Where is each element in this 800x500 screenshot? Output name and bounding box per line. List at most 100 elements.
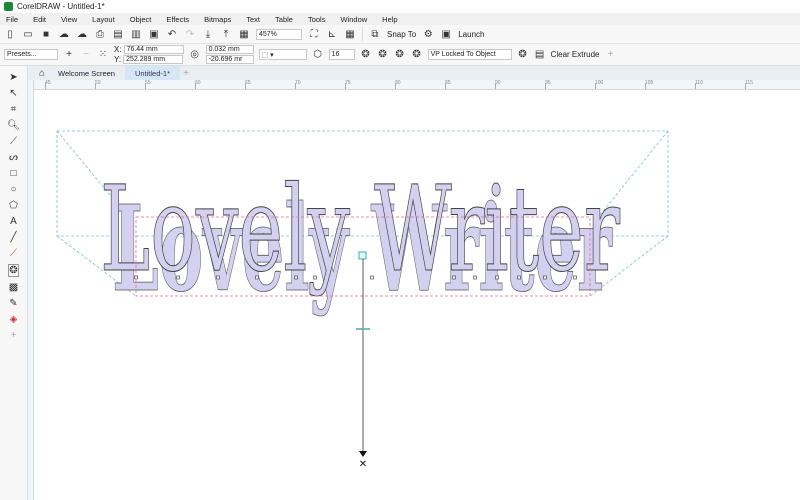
- node-handle[interactable]: [370, 275, 374, 280]
- transparency-tool-icon[interactable]: ▩: [9, 282, 18, 293]
- publish-pdf-icon[interactable]: ▦: [238, 28, 250, 40]
- node-handle[interactable]: [452, 275, 456, 280]
- arrow-head-icon: [359, 451, 367, 457]
- ruler-tick: [495, 83, 496, 89]
- selection-handles[interactable]: [134, 275, 577, 280]
- menu-table[interactable]: Table: [275, 15, 293, 24]
- options-gear-icon[interactable]: ⚙: [422, 28, 434, 40]
- zoom-level-field[interactable]: 457%: [256, 28, 302, 40]
- cloud-download-icon[interactable]: ☁: [58, 28, 70, 40]
- ruler-label: 115: [745, 80, 753, 86]
- menu-object[interactable]: Object: [130, 15, 152, 24]
- vanishing-point-handle[interactable]: [358, 251, 367, 260]
- launch-icon[interactable]: ▣: [440, 28, 452, 40]
- node-handle[interactable]: [176, 275, 180, 280]
- ruler-label: 100: [595, 80, 604, 86]
- extrude-color-icon[interactable]: ❂: [377, 49, 389, 61]
- menu-file[interactable]: File: [6, 15, 18, 24]
- menu-tools[interactable]: Tools: [308, 15, 326, 24]
- rectangle-tool-icon[interactable]: □: [10, 168, 16, 179]
- cut-icon[interactable]: ▤: [112, 28, 124, 40]
- tab-welcome-screen[interactable]: Welcome Screen: [48, 66, 125, 80]
- node-handle[interactable]: [134, 275, 138, 280]
- fill-tool-icon[interactable]: ◈: [10, 314, 18, 325]
- snap-to-dropdown[interactable]: Snap To: [387, 30, 416, 39]
- cloud-upload-icon[interactable]: ☁: [76, 28, 88, 40]
- vanishing-point-x-field[interactable]: 0.032 mm: [205, 45, 254, 54]
- depth-field[interactable]: 16: [328, 49, 355, 60]
- remove-preset-icon[interactable]: −: [80, 49, 92, 61]
- extrusion-type-dropdown[interactable]: ⬚ ▾: [258, 49, 307, 60]
- grid-icon[interactable]: ▦: [344, 28, 356, 40]
- vanishing-point-x-icon[interactable]: ✕: [359, 459, 367, 470]
- save-icon[interactable]: ■: [40, 28, 52, 40]
- vertical-ruler[interactable]: [28, 80, 34, 500]
- ruler-label: 105: [645, 80, 654, 86]
- extrude-bevel-icon[interactable]: ❂: [394, 49, 406, 61]
- home-icon[interactable]: ⌂: [36, 67, 48, 79]
- connector-tool-icon[interactable]: ⟋: [10, 248, 17, 259]
- horizontal-ruler[interactable]: 45 50 55 60 65 70 75 80 85 90 95 100 105 110 115: [34, 80, 800, 90]
- add-tool-icon[interactable]: +: [11, 330, 17, 341]
- line-tool-icon[interactable]: ╱: [10, 232, 16, 243]
- add-icon[interactable]: +: [604, 49, 616, 61]
- extruded-text[interactable]: Lovely Writer: [100, 160, 621, 299]
- node-handle[interactable]: [495, 275, 499, 280]
- copy-icon[interactable]: ▥: [130, 28, 142, 40]
- snap-icon[interactable]: ⧉: [369, 28, 381, 40]
- undo-icon[interactable]: ↶: [166, 28, 178, 40]
- new-tab-icon[interactable]: +: [180, 67, 192, 79]
- new-document-icon[interactable]: ▯: [4, 28, 16, 40]
- ruler-tick: [345, 83, 346, 89]
- node-handle[interactable]: [473, 275, 477, 280]
- menu-layout[interactable]: Layout: [92, 15, 115, 24]
- extrude-tool-icon[interactable]: ❂: [8, 264, 19, 277]
- text-tool-icon[interactable]: A: [10, 216, 17, 227]
- launch-dropdown[interactable]: Launch: [458, 30, 484, 39]
- print-icon[interactable]: ⎙: [94, 28, 106, 40]
- zoom-tool-icon[interactable]: 🔍︎: [7, 120, 20, 131]
- clear-extrude-button[interactable]: Clear Extrude: [551, 50, 600, 59]
- node-handle[interactable]: [216, 275, 220, 280]
- menu-view[interactable]: View: [61, 15, 77, 24]
- presets-dropdown[interactable]: Presets...: [4, 49, 58, 60]
- node-handle[interactable]: [294, 275, 298, 280]
- menu-text[interactable]: Text: [246, 15, 260, 24]
- polygon-tool-icon[interactable]: ⬠: [9, 200, 18, 211]
- node-handle[interactable]: [255, 275, 259, 280]
- menu-edit[interactable]: Edit: [33, 15, 46, 24]
- paste-icon[interactable]: ▣: [148, 28, 160, 40]
- freehand-tool-icon[interactable]: ⟋: [10, 136, 17, 147]
- menu-bitmaps[interactable]: Bitmaps: [204, 15, 231, 24]
- clear-extrude-icon[interactable]: ▤: [534, 49, 546, 61]
- shape-tool-icon[interactable]: ↖: [9, 88, 17, 99]
- reference-point-icon[interactable]: ⁙: [97, 49, 109, 61]
- x-position-field[interactable]: 76.44 mm: [123, 45, 184, 54]
- extrude-lighting-icon[interactable]: ❂: [411, 49, 423, 61]
- ellipse-tool-icon[interactable]: ○: [10, 184, 16, 195]
- artistic-media-icon[interactable]: ᔕ: [9, 152, 18, 163]
- export-icon[interactable]: ⤒: [220, 28, 232, 40]
- open-folder-icon[interactable]: ▭: [22, 28, 34, 40]
- node-handle[interactable]: [573, 275, 577, 280]
- eyedropper-tool-icon[interactable]: ✎: [9, 298, 17, 309]
- vp-lock-dropdown[interactable]: VP Locked To Object: [427, 49, 512, 60]
- extrude-rotation-icon[interactable]: ❂: [360, 49, 372, 61]
- menu-window[interactable]: Window: [340, 15, 367, 24]
- pick-tool-icon[interactable]: ➤: [9, 72, 17, 83]
- rulers-icon[interactable]: ⊾: [326, 28, 338, 40]
- vanishing-point-y-field[interactable]: -20.696 mr: [205, 55, 254, 64]
- menu-effects[interactable]: Effects: [166, 15, 189, 24]
- zoom-to-page-icon[interactable]: ⛶: [308, 28, 320, 40]
- redo-icon[interactable]: ↷: [184, 28, 196, 40]
- node-handle[interactable]: [543, 275, 547, 280]
- menu-help[interactable]: Help: [382, 15, 397, 24]
- tab-untitled-1[interactable]: Untitled-1*: [124, 66, 180, 80]
- node-handle[interactable]: [313, 275, 317, 280]
- add-preset-icon[interactable]: +: [63, 49, 75, 61]
- import-icon[interactable]: ⤓: [202, 28, 214, 40]
- node-handle[interactable]: [517, 275, 521, 280]
- copy-vp-icon[interactable]: ❂: [517, 49, 529, 61]
- y-position-field[interactable]: 252.289 mm: [123, 55, 184, 64]
- crop-tool-icon[interactable]: ⌗: [11, 104, 17, 115]
